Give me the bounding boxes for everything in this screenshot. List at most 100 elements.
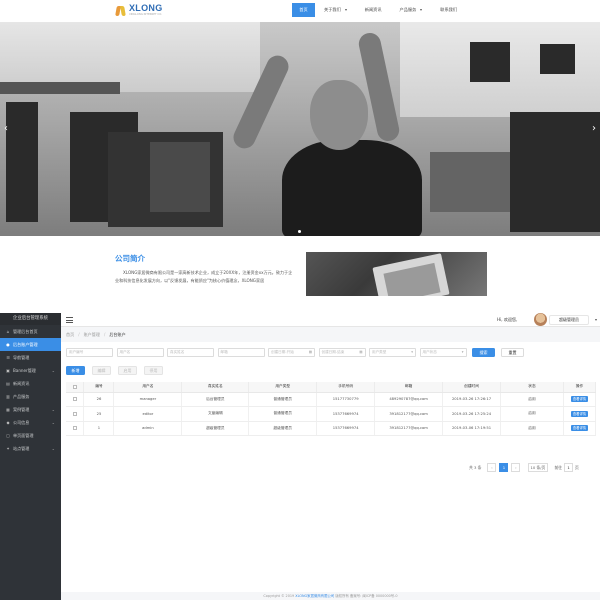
sidebar-item-label: 站点管理 [13, 445, 30, 451]
carousel-dot[interactable] [298, 230, 301, 233]
cell-username: editor [113, 406, 183, 422]
menu-toggle-icon[interactable] [66, 317, 73, 323]
site-header: XLONG XINGLONG INTERNET CO. 首页 关于我们 新闻资讯… [0, 0, 600, 22]
header-created: 创建时间 [442, 382, 502, 393]
checkbox[interactable] [72, 426, 77, 431]
sidebar-item-label: 案例管理 [13, 406, 30, 412]
page-button-current[interactable]: 1 [499, 463, 509, 472]
disable-button[interactable]: 停用 [144, 366, 163, 375]
accounts-table: 编号 用户名 真实姓名 用户类型 手机号码 邮箱 创建时间 状态 操作 26 m… [66, 382, 597, 436]
admin-sidebar: 企业后台管理系统 ⌂ 管理后台首页 ● 后台账户管理 ☰ 导航管理 ▣ Banner管理… [0, 313, 61, 600]
sidebar-item-dashboard[interactable]: ⌂ 管理后台首页 [0, 325, 61, 338]
sidebar-item-pages[interactable]: ▢ 单页面管理 [0, 429, 61, 442]
header-select[interactable] [66, 382, 85, 393]
filter-email[interactable]: 邮箱 [217, 348, 265, 357]
sidebar-item-nav[interactable]: ☰ 导航管理 [0, 351, 61, 364]
table-header-row: 编号 用户名 真实姓名 用户类型 手机号码 邮箱 创建时间 状态 操作 [66, 382, 597, 393]
table-row[interactable]: 25 editor 文章编辑 普通管理员 15377669974 3918121… [66, 406, 597, 422]
view-details-button[interactable]: 查看详情 [570, 425, 589, 432]
filter-user-status[interactable]: 用户状态 ▾ [419, 348, 467, 357]
sidebar-item-label: Banner管理 [13, 367, 36, 373]
admin-panel: 企业后台管理系统 ⌂ 管理后台首页 ● 后台账户管理 ☰ 导航管理 ▣ Banner管理… [0, 313, 600, 600]
nav-item-home[interactable]: 首页 [292, 3, 315, 17]
user-icon: ● [6, 342, 10, 347]
filter-user-type[interactable]: 用户类型 ▾ [369, 348, 416, 357]
nav-label: 新闻资讯 [364, 7, 382, 12]
nav-item-products[interactable]: 产品服务 [391, 3, 432, 17]
header-type: 用户类型 [248, 382, 318, 393]
next-page-button[interactable]: › [511, 463, 521, 472]
company-icon: ◆ [6, 420, 10, 425]
footer-copyright: Copyright © 2019 [263, 594, 295, 598]
intro-title: 公司简介 [115, 254, 145, 263]
add-button[interactable]: 新增 [66, 366, 85, 375]
site-logo[interactable]: XLONG XINGLONG INTERNET CO. [115, 3, 163, 18]
enable-button[interactable]: 启用 [118, 366, 137, 375]
logo-name: XLONG [129, 3, 163, 13]
nav-item-news[interactable]: 新闻资讯 [356, 3, 391, 17]
nav-item-about[interactable]: 关于我们 [315, 3, 356, 17]
cell-phone: 15177730779 [316, 392, 376, 407]
chevron-right-icon[interactable]: › [590, 122, 598, 136]
filter-user-id[interactable]: 用户编号 [66, 348, 113, 357]
sidebar-item-accounts[interactable]: ● 后台账户管理 [0, 338, 61, 351]
header-email: 邮箱 [374, 382, 444, 393]
breadcrumb-home[interactable]: 首页 [66, 332, 74, 338]
prev-page-button[interactable]: ‹ [487, 463, 497, 472]
page-size-select[interactable]: 10 条/页 [528, 463, 549, 472]
calendar-icon: ▦ [308, 350, 312, 354]
cell-id: 1 [83, 421, 115, 436]
filter-username[interactable]: 用户名 [116, 348, 164, 357]
goto-page-input[interactable]: 1 [564, 463, 574, 472]
checkbox[interactable] [72, 384, 77, 389]
caret-down-icon [344, 9, 347, 11]
cell-username: admin [113, 421, 183, 436]
table-row[interactable]: 26 manager 后台管理员 普通管理员 15177730779 48929… [66, 392, 597, 407]
sidebar-item-label: 产品服务 [13, 393, 30, 399]
cell-op: 查看详情 [563, 392, 597, 407]
nav-item-contact[interactable]: 联系我们 [431, 3, 466, 17]
nav-label: 首页 [299, 7, 308, 12]
filter-real-name[interactable]: 真实姓名 [167, 348, 214, 357]
admin-topbar: Hi, 欢迎您, 超级管理员 [61, 313, 600, 327]
user-menu[interactable]: 超级管理员 [549, 315, 589, 325]
greeting-text: Hi, 欢迎您, [497, 317, 518, 322]
cell-phone: 15377669974 [316, 406, 376, 422]
sidebar-item-cases[interactable]: ▦ 案例管理 ⌄ [0, 403, 61, 416]
reset-button[interactable]: 重置 [501, 348, 524, 357]
checkbox[interactable] [72, 411, 77, 416]
breadcrumb-accounts[interactable]: 账户管理 [84, 332, 100, 338]
chevron-left-icon[interactable]: ‹ [2, 122, 10, 136]
view-details-button[interactable]: 查看详情 [570, 410, 589, 417]
sidebar-item-label: 公司信息 [13, 419, 30, 425]
cell-username: manager [113, 392, 183, 407]
view-details-button[interactable]: 查看详情 [570, 396, 589, 403]
search-button[interactable]: 搜索 [472, 348, 495, 357]
header-real-name: 真实姓名 [181, 382, 250, 393]
sidebar-item-banner[interactable]: ▣ Banner管理 ⌄ [0, 364, 61, 377]
placeholder-text: 创建日期-结束 [321, 350, 345, 354]
header-username: 用户名 [113, 382, 183, 393]
edit-button[interactable]: 编辑 [92, 366, 111, 375]
chevron-down-icon[interactable] [595, 319, 597, 321]
cell-op: 查看详情 [563, 421, 597, 436]
sidebar-item-news[interactable]: ▤ 新闻资讯 [0, 377, 61, 390]
cell-real-name: 文章编辑 [181, 406, 250, 422]
cell-id: 25 [83, 406, 115, 422]
sidebar-item-products[interactable]: ▥ 产品服务 [0, 390, 61, 403]
checkbox[interactable] [72, 397, 77, 402]
table-row[interactable]: 1 admin 超级管理员 超级管理员 15377669974 39181217… [66, 421, 597, 436]
filter-date-end[interactable]: 创建日期-结束 ▦ [318, 348, 366, 357]
sidebar-item-site[interactable]: ✦ 站点管理 ⌄ [0, 442, 61, 455]
sidebar-item-company[interactable]: ◆ 公司信息 ⌄ [0, 416, 61, 429]
filter-date-start[interactable]: 创建日期-开始 ▦ [268, 348, 315, 357]
goto-label: 前往 [554, 464, 563, 470]
nav-label: 联系我们 [440, 7, 458, 12]
chevron-down-icon: ⌄ [51, 368, 55, 373]
avatar[interactable] [534, 313, 547, 326]
cell-id: 26 [83, 392, 115, 407]
header-id: 编号 [83, 382, 115, 393]
footer-brand[interactable]: XLONG家居微商有限公司 [295, 594, 334, 598]
nav-label: 关于我们 [324, 7, 341, 12]
hero-person [310, 80, 368, 150]
